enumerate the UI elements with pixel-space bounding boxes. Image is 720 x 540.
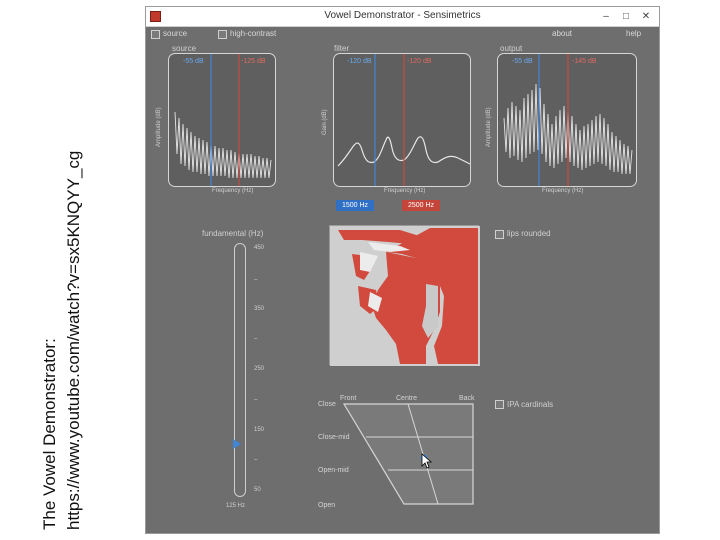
app-window: Vowel Demonstrator - Sensimetrics – □ ✕ …: [145, 6, 660, 534]
caption-title: The Vowel Demonstrator:: [40, 338, 59, 530]
video-caption: The Vowel Demonstrator: https://www.yout…: [0, 0, 83, 540]
column-centre: Centre: [396, 395, 418, 402]
row-open-mid: Open-mid: [318, 467, 349, 474]
mouse-cursor-icon: [421, 453, 433, 469]
column-front: Front: [340, 395, 357, 402]
caption-url: https://www.youtube.com/watch?v=sx5KNQYY…: [64, 150, 83, 530]
vowel-quadrilateral[interactable]: [146, 7, 661, 535]
row-close: Close: [318, 401, 336, 408]
row-close-mid: Close-mid: [318, 434, 350, 441]
column-back: Back: [459, 395, 475, 402]
row-open: Open: [318, 502, 336, 509]
